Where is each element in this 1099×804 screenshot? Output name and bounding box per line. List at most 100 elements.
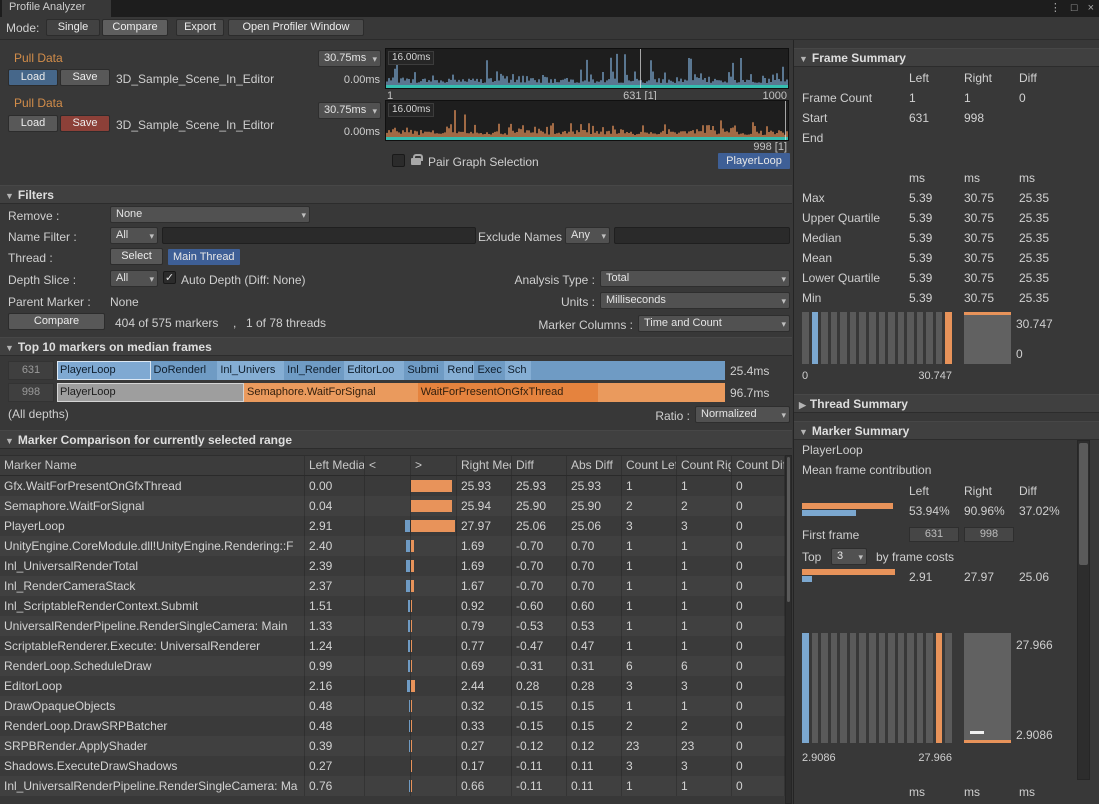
histogram-bar[interactable] bbox=[869, 312, 876, 364]
pair-graph-checkbox[interactable] bbox=[392, 154, 405, 167]
frame-graph-right[interactable]: 16.00ms bbox=[385, 100, 789, 141]
first-frame-left-button[interactable]: 631 bbox=[909, 527, 959, 542]
histogram-bar[interactable] bbox=[831, 633, 838, 743]
top10-segment[interactable]: Inl_Render bbox=[284, 361, 344, 380]
exclude-names-input[interactable] bbox=[614, 227, 790, 244]
table-row[interactable]: PlayerLoop2.9127.9725.0625.06330 bbox=[0, 516, 785, 536]
thread-select-button[interactable]: Select bbox=[110, 248, 163, 265]
table-row[interactable]: RenderLoop.ScheduleDraw0.990.69-0.310.31… bbox=[0, 656, 785, 676]
kebab-menu-icon[interactable]: ⋮ bbox=[1050, 1, 1061, 16]
histogram-bar[interactable] bbox=[802, 633, 809, 743]
table-row[interactable]: Inl_UniversalRenderTotal2.391.69-0.700.7… bbox=[0, 556, 785, 576]
column-header[interactable]: Abs Diff bbox=[567, 456, 622, 475]
histogram-bar[interactable] bbox=[926, 633, 933, 743]
table-row[interactable]: Shadows.ExecuteDrawShadows0.270.17-0.110… bbox=[0, 756, 785, 776]
top10-segment[interactable]: DoRenderl bbox=[151, 361, 218, 380]
name-filter-mode-dropdown[interactable]: All bbox=[110, 227, 158, 244]
column-header[interactable]: Count Right bbox=[677, 456, 732, 475]
table-row[interactable]: EditorLoop2.162.440.280.28330 bbox=[0, 676, 785, 696]
close-icon[interactable]: × bbox=[1088, 1, 1094, 16]
histogram-bar[interactable] bbox=[917, 312, 924, 364]
histogram-bar[interactable] bbox=[802, 312, 809, 364]
top-n-dropdown[interactable]: 3 bbox=[831, 548, 867, 565]
top10-segment[interactable]: Semaphore.WaitForSignal bbox=[244, 383, 418, 402]
frame-number-box[interactable]: 998 bbox=[8, 383, 54, 402]
top10-segment[interactable]: Inl_Univers bbox=[217, 361, 284, 380]
window-tab[interactable]: Profile Analyzer bbox=[2, 0, 111, 17]
histogram-bar[interactable] bbox=[812, 633, 819, 743]
column-header[interactable]: > bbox=[411, 456, 457, 475]
histogram-bar[interactable] bbox=[888, 312, 895, 364]
filters-header[interactable]: ▼Filters bbox=[0, 185, 792, 204]
table-scrollbar-thumb[interactable] bbox=[787, 457, 790, 602]
frame-summary-header[interactable]: ▼Frame Summary bbox=[794, 48, 1099, 67]
histogram-bar[interactable] bbox=[879, 312, 886, 364]
column-header[interactable]: Marker Name bbox=[0, 456, 305, 475]
histogram-bar[interactable] bbox=[945, 633, 952, 743]
table-row[interactable]: UniversalRenderPipeline.RenderSingleCame… bbox=[0, 616, 785, 636]
histogram-bar[interactable] bbox=[859, 312, 866, 364]
maximize-icon[interactable]: □ bbox=[1071, 1, 1078, 16]
top10-segment[interactable]: Exec bbox=[474, 361, 504, 380]
frame-summary-selected-box[interactable] bbox=[964, 312, 1011, 364]
table-scrollbar[interactable] bbox=[785, 455, 792, 804]
marker-columns-dropdown[interactable]: Time and Count bbox=[638, 315, 790, 332]
histogram-bar[interactable] bbox=[945, 312, 952, 364]
histogram-bar[interactable] bbox=[898, 633, 905, 743]
marker-summary-scrollbar-thumb[interactable] bbox=[1079, 443, 1088, 565]
column-header[interactable]: Count Diff bbox=[732, 456, 785, 475]
histogram-bar[interactable] bbox=[936, 633, 943, 743]
load-button-right[interactable]: Load bbox=[8, 115, 58, 132]
save-button-left[interactable]: Save bbox=[60, 69, 110, 86]
histogram-bar[interactable] bbox=[812, 312, 819, 364]
histogram-bar[interactable] bbox=[840, 633, 847, 743]
right-graph-scale-dropdown[interactable]: 30.75ms bbox=[318, 102, 381, 119]
compare-button[interactable]: Compare bbox=[8, 313, 105, 330]
histogram-bar[interactable] bbox=[831, 312, 838, 364]
table-row[interactable]: Inl_UniversalRenderPipeline.RenderSingle… bbox=[0, 776, 785, 796]
top10-segment[interactable] bbox=[531, 361, 725, 380]
thread-summary-header[interactable]: ▶Thread Summary bbox=[794, 394, 1099, 413]
table-row[interactable]: RenderLoop.DrawSRPBatcher0.480.33-0.150.… bbox=[0, 716, 785, 736]
histogram-bar[interactable] bbox=[859, 633, 866, 743]
top10-segment[interactable] bbox=[598, 383, 725, 402]
table-row[interactable]: SRPBRender.ApplyShader0.390.27-0.120.122… bbox=[0, 736, 785, 756]
histogram-bar[interactable] bbox=[840, 312, 847, 364]
histogram-bar[interactable] bbox=[821, 312, 828, 364]
histogram-bar[interactable] bbox=[907, 312, 914, 364]
column-header[interactable]: Left Median bbox=[305, 456, 365, 475]
histogram-bar[interactable] bbox=[926, 312, 933, 364]
frame-number-box[interactable]: 631 bbox=[8, 361, 54, 380]
histogram-bar[interactable] bbox=[879, 633, 886, 743]
export-button[interactable]: Export bbox=[176, 19, 224, 36]
histogram-bar[interactable] bbox=[898, 312, 905, 364]
frame-graph-left[interactable]: 16.00ms bbox=[385, 48, 789, 89]
save-button-right[interactable]: Save bbox=[60, 115, 110, 132]
mode-single-button[interactable]: Single bbox=[46, 19, 100, 36]
depth-slice-dropdown[interactable]: All bbox=[110, 270, 158, 287]
column-header[interactable]: Diff bbox=[512, 456, 567, 475]
marker-summary-selected-box[interactable] bbox=[964, 633, 1011, 743]
lock-icon[interactable] bbox=[411, 158, 421, 165]
histogram-bar[interactable] bbox=[821, 633, 828, 743]
marker-summary-scrollbar[interactable] bbox=[1077, 440, 1090, 780]
table-row[interactable]: ScriptableRenderer.Execute: UniversalRen… bbox=[0, 636, 785, 656]
top10-segment[interactable]: Rend bbox=[444, 361, 474, 380]
open-profiler-button[interactable]: Open Profiler Window bbox=[228, 19, 364, 36]
exclude-mode-dropdown[interactable]: Any bbox=[565, 227, 610, 244]
table-row[interactable]: DrawOpaqueObjects0.480.32-0.150.15110 bbox=[0, 696, 785, 716]
units-dropdown[interactable]: Milliseconds bbox=[600, 292, 790, 309]
left-graph-scale-dropdown[interactable]: 30.75ms bbox=[318, 50, 381, 67]
top10-segment[interactable]: PlayerLoop bbox=[57, 383, 244, 402]
first-frame-right-button[interactable]: 998 bbox=[964, 527, 1014, 542]
top10-header[interactable]: ▼Top 10 markers on median frames bbox=[0, 337, 792, 356]
table-row[interactable]: UnityEngine.CoreModule.dll!UnityEngine.R… bbox=[0, 536, 785, 556]
analysis-type-dropdown[interactable]: Total bbox=[600, 270, 790, 287]
top10-segment[interactable]: Sch bbox=[505, 361, 532, 380]
histogram-bar[interactable] bbox=[850, 312, 857, 364]
load-button-left[interactable]: Load bbox=[8, 69, 58, 86]
ratio-dropdown[interactable]: Normalized bbox=[695, 406, 790, 423]
histogram-bar[interactable] bbox=[936, 312, 943, 364]
top10-segment[interactable]: Submi bbox=[404, 361, 444, 380]
table-row[interactable]: Inl_RenderCameraStack2.371.67-0.700.7011… bbox=[0, 576, 785, 596]
